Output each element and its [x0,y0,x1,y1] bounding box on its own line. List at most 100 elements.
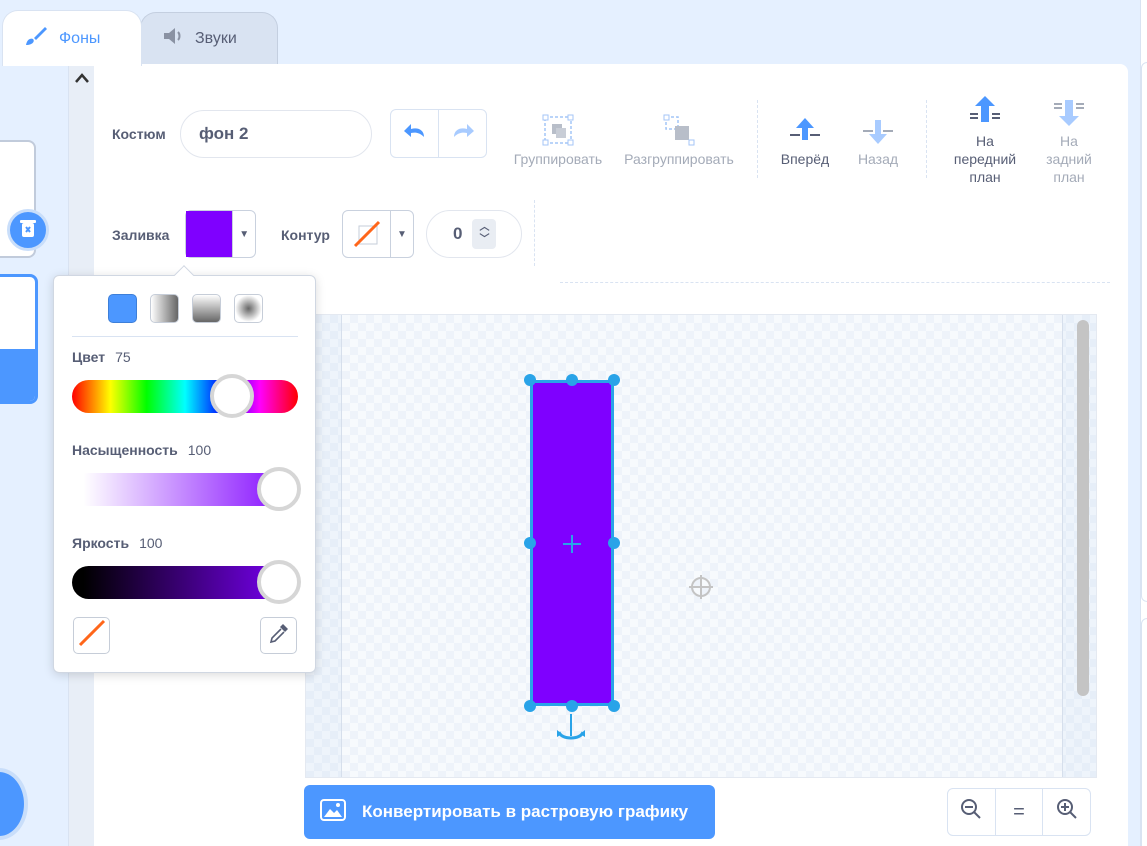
resize-handle[interactable] [566,374,578,386]
group-button[interactable]: Группировать [510,106,606,168]
resize-handle[interactable] [524,537,536,549]
stepper-down-icon[interactable]: ﹀ [479,234,489,246]
drawing-canvas[interactable] [305,314,1097,778]
rotate-handle-icon[interactable] [555,712,587,749]
bring-to-front-icon [968,88,1002,128]
forward-label: Вперёд [780,151,830,167]
convert-label: Конвертировать в растровую графику [362,802,689,821]
resize-handle[interactable] [608,537,620,549]
color-picker-popover: Цвет 75 Насыщенность 100 Яркость 100 [53,265,316,673]
brightness-row: Яркость 100 [72,535,162,551]
outline-label: Контур [281,227,330,243]
send-to-back-button[interactable]: На задний план [1030,88,1108,186]
zoom-in-button[interactable] [1042,789,1090,835]
brightness-slider-knob[interactable] [257,560,301,604]
no-color-icon [77,618,107,653]
forward-button[interactable]: Вперёд [775,106,835,168]
send-to-back-label: На задний план [1046,133,1092,185]
saturation-slider-knob[interactable] [257,467,301,511]
convert-to-bitmap-button[interactable]: Конвертировать в растровую графику [304,785,715,839]
canvas-stage-area[interactable] [341,315,1063,777]
backward-button[interactable]: Назад [850,106,906,168]
vertical-gradient-button[interactable] [192,294,221,323]
toolbar-divider [926,100,927,178]
shape-center-icon [560,532,584,561]
tab-label: Звуки [195,29,237,47]
brightness-label: Яркость [72,535,130,551]
image-icon [320,798,346,826]
toolbar-divider [757,100,758,178]
trash-icon [19,218,37,243]
hue-value: 75 [115,349,131,365]
costume-thumbnail-selected[interactable] [0,274,38,404]
dropdown-arrow-icon: ▼ [397,228,407,240]
undo-icon [402,122,428,145]
tab-label: Фоны [59,29,101,47]
outline-color-button[interactable]: ▼ [342,210,414,258]
redo-button[interactable] [438,110,486,157]
ungroup-label: Разгруппировать [624,151,734,167]
zoom-out-button[interactable] [948,789,995,835]
stepper-up-icon[interactable]: ︿ [479,222,489,234]
solid-fill-button[interactable] [108,294,137,323]
rotation-center-icon [688,574,714,605]
no-color-button[interactable] [73,617,110,654]
group-icon [542,106,574,146]
outline-width-input[interactable]: 0 ︿ ﹀ [426,210,522,258]
canvas-scrollbar[interactable] [1077,320,1089,696]
bring-to-front-label: На передний план [953,133,1017,185]
resize-handle[interactable] [524,374,536,386]
zoom-in-icon [1056,798,1078,826]
costume-name-input[interactable]: фон 2 [180,110,372,158]
radial-gradient-button[interactable] [234,294,263,323]
backward-label: Назад [857,151,899,167]
horizontal-gradient-button[interactable] [150,294,179,323]
send-to-back-icon [1052,88,1086,128]
hue-label: Цвет [72,349,106,365]
toolbar-divider [534,200,535,266]
resize-handle[interactable] [608,374,620,386]
delete-costume-button[interactable] [7,209,49,251]
arrow-up-icon [788,106,822,146]
stage-panel-edge [1140,0,1147,846]
no-color-icon [343,211,391,257]
outline-width-stepper[interactable]: ︿ ﹀ [472,219,497,249]
hue-row: Цвет 75 [72,349,131,365]
fill-color-button[interactable]: ▼ [185,210,256,258]
hue-slider[interactable] [72,380,298,413]
outline-width-value: 0 [453,224,463,243]
paintbrush-icon [23,25,49,52]
undo-button[interactable] [391,110,438,157]
bring-to-front-button[interactable]: На передний план [945,88,1025,186]
resize-handle[interactable] [608,700,620,712]
zoom-reset-button[interactable]: = [994,789,1043,835]
toolbar-divider-horizontal [560,282,1110,283]
undo-redo-group [390,109,487,158]
group-label: Группировать [513,151,603,167]
fill-type-selector [108,294,263,323]
resize-handle[interactable] [566,700,578,712]
hue-slider-knob[interactable] [210,374,254,418]
zoom-reset-label: = [1013,800,1025,823]
saturation-value: 100 [187,442,212,458]
saturation-label: Насыщенность [72,442,178,458]
redo-icon [450,122,476,145]
dropdown-arrow-icon: ▼ [239,228,250,240]
arrow-down-icon [861,106,895,146]
eyedropper-button[interactable] [260,617,297,654]
fill-label: Заливка [112,227,170,243]
resize-handle[interactable] [524,700,536,712]
zoom-out-icon [960,798,982,826]
eyedropper-icon [268,622,290,649]
ungroup-button[interactable]: Разгруппировать [618,106,740,168]
saturation-row: Насыщенность 100 [72,442,211,458]
ungroup-icon [663,106,695,146]
scroll-up-icon[interactable] [75,70,89,86]
costume-label: Костюм [112,126,166,142]
popover-divider [72,336,298,337]
tab-backdrops[interactable]: Фоны [2,10,142,66]
speaker-icon [161,26,185,51]
brightness-value: 100 [139,535,163,551]
tab-sounds[interactable]: Звуки [140,12,278,64]
zoom-controls: = [947,788,1091,836]
